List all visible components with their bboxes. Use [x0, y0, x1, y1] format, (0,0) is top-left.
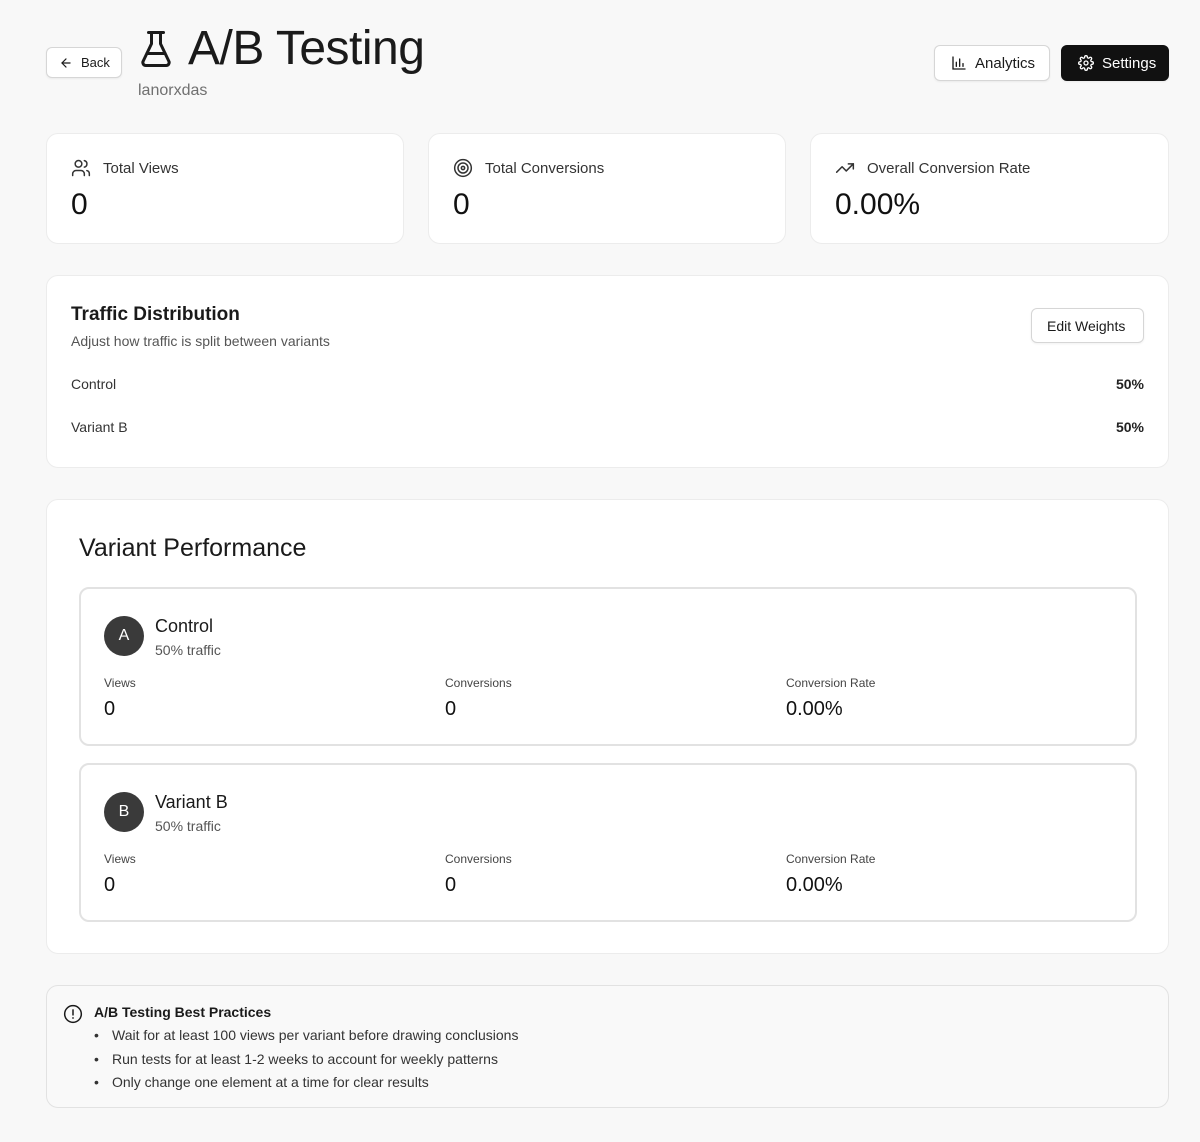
target-icon — [453, 158, 473, 178]
variant-traffic: 50% traffic — [155, 818, 221, 834]
metric-label: Conversion Rate — [786, 676, 876, 690]
stat-card-total-conversions: Total Conversions 0 — [428, 133, 786, 244]
metric-value: 0 — [445, 874, 457, 896]
page-subtitle: lanorxdas — [138, 82, 208, 99]
best-practices-title: A/B Testing Best Practices — [94, 1004, 272, 1020]
back-button-label: Back — [81, 55, 110, 70]
flask-icon — [138, 29, 174, 69]
edit-weights-button[interactable]: Edit Weights — [1031, 308, 1144, 343]
metric-value: 0 — [104, 874, 116, 896]
variant-card-control: A Control 50% traffic Views 0 Conversion… — [79, 587, 1137, 746]
stat-card-total-views: Total Views 0 — [46, 133, 404, 244]
traffic-row-name: Control — [71, 376, 117, 392]
metric-conversions: Conversions 0 — [445, 676, 512, 721]
page-title: A/B Testing — [188, 22, 425, 75]
metric-conversion-rate: Conversion Rate 0.00% — [786, 852, 875, 897]
stat-card-conversion-rate: Overall Conversion Rate 0.00% — [810, 133, 1169, 244]
bar-chart-icon — [951, 55, 967, 71]
traffic-title: Traffic Distribution — [71, 304, 240, 325]
metric-views: Views 0 — [104, 676, 136, 721]
settings-button-label: Settings — [1102, 54, 1157, 72]
variant-name: Control — [155, 616, 214, 636]
variant-avatar: B — [104, 792, 144, 832]
variant-traffic: 50% traffic — [155, 642, 221, 658]
variant-avatar: A — [104, 616, 144, 656]
metric-value: 0.00% — [786, 874, 843, 896]
metric-views: Views 0 — [104, 852, 136, 897]
variant-name: Variant B — [155, 792, 228, 812]
traffic-distribution-card: Traffic Distribution Adjust how traffic … — [46, 275, 1169, 468]
settings-button[interactable]: Settings — [1061, 45, 1169, 81]
metric-value: 0 — [445, 698, 457, 720]
metric-value: 0 — [104, 698, 116, 720]
metric-label: Views — [104, 676, 136, 690]
traffic-row-percent: 50% — [1115, 376, 1144, 392]
variant-card-variant-b: B Variant B 50% traffic Views 0 Conversi… — [79, 763, 1137, 922]
traffic-row-name: Variant B — [71, 419, 128, 435]
list-item: • Wait for at least 100 views per variant… — [94, 1027, 519, 1043]
stat-value: 0 — [71, 188, 88, 221]
metric-label: Conversions — [445, 852, 512, 866]
metric-conversion-rate: Conversion Rate 0.00% — [786, 676, 875, 721]
arrow-left-icon — [59, 56, 73, 70]
list-item: • Only change one element at a time for c… — [94, 1074, 429, 1090]
best-practices-card: A/B Testing Best Practices • Wait for at … — [46, 985, 1169, 1108]
tip-text: Only change one element at a time for cl… — [112, 1074, 429, 1090]
traffic-row-variant-b: Variant B 50% — [71, 419, 1144, 435]
traffic-row-percent: 50% — [1115, 419, 1144, 435]
alert-circle-icon — [63, 1004, 83, 1024]
back-button[interactable]: Back — [46, 47, 122, 78]
metric-label: Conversions — [445, 676, 512, 690]
traffic-row-control: Control 50% — [71, 376, 1144, 392]
gear-icon — [1078, 55, 1094, 71]
metric-value: 0.00% — [786, 698, 843, 720]
stat-label: Overall Conversion Rate — [867, 159, 1031, 177]
metric-label: Conversion Rate — [786, 852, 876, 866]
stat-value: 0 — [453, 188, 470, 221]
traffic-description: Adjust how traffic is split between vari… — [71, 333, 330, 349]
metric-label: Views — [104, 852, 136, 866]
performance-title: Variant Performance — [79, 534, 307, 562]
stat-value: 0.00% — [835, 188, 921, 221]
users-icon — [71, 158, 91, 178]
analytics-button-label: Analytics — [975, 54, 1036, 72]
variant-performance-card: Variant Performance A Control 50% traffi… — [46, 499, 1169, 954]
analytics-button[interactable]: Analytics — [934, 45, 1050, 81]
trending-up-icon — [835, 158, 855, 178]
metric-conversions: Conversions 0 — [445, 852, 512, 897]
best-practices-list: • Wait for at least 100 views per variant… — [94, 1027, 518, 1098]
stat-label: Total Conversions — [485, 159, 605, 177]
list-item: • Run tests for at least 1-2 weeks to acc… — [94, 1050, 498, 1067]
tip-text: Run tests for at least 1-2 weeks to acco… — [112, 1050, 498, 1067]
stat-label: Total Views — [103, 159, 179, 177]
page-header: A/B Testing lanorxdas — [138, 22, 425, 100]
tip-text: Wait for at least 100 views per variant … — [112, 1027, 519, 1043]
